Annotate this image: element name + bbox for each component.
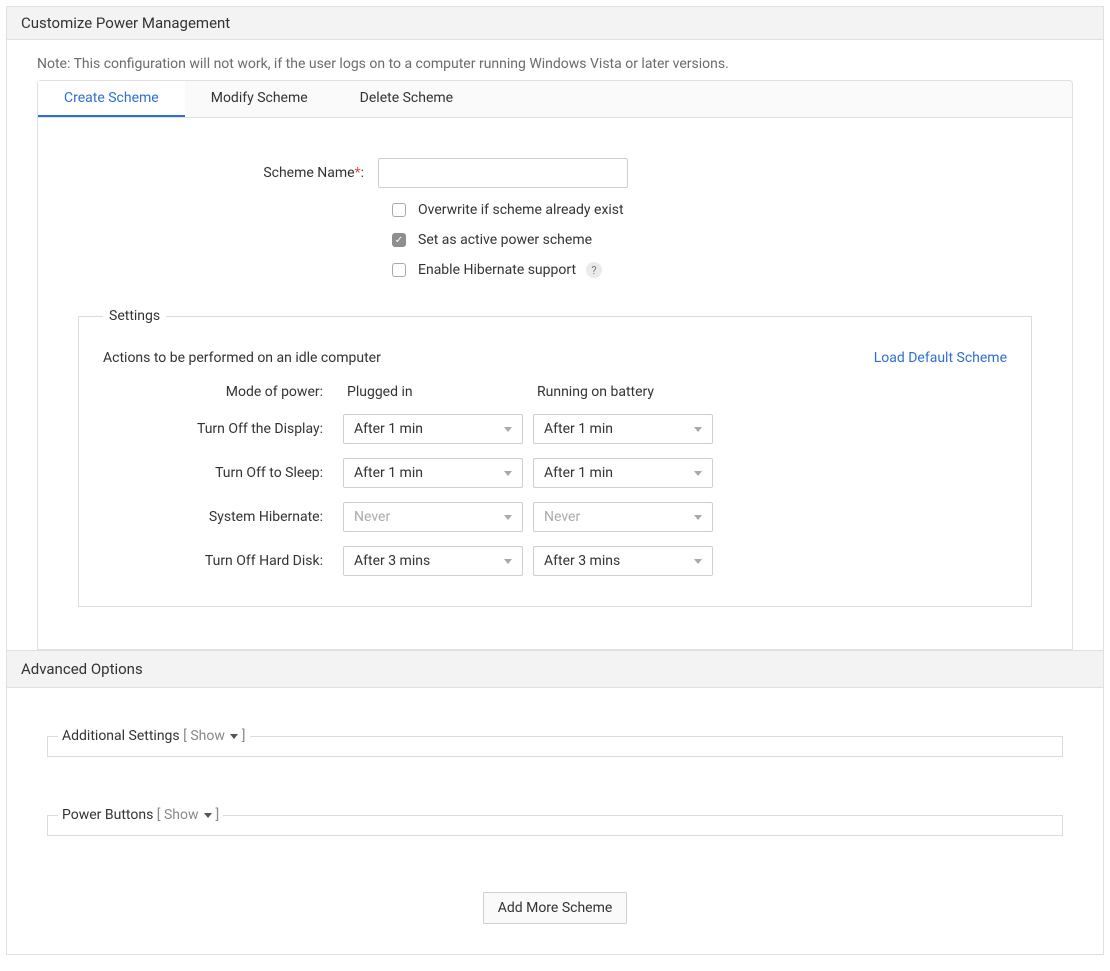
create-scheme-body: Scheme Name*: Overwrite if scheme alread… [37,118,1073,650]
hibernate-plugged-select: Never [343,502,523,532]
col-plugged-in: Plugged in [343,384,523,400]
chevron-down-icon [694,515,702,520]
mode-of-power-label: Mode of power: [103,384,333,400]
settings-fieldset: Settings Actions to be performed on an i… [78,308,1032,607]
row-label-display: Turn Off the Display: [103,421,333,437]
hibernate-label: Enable Hibernate support [418,262,576,278]
row-label-sleep: Turn Off to Sleep: [103,465,333,481]
additional-settings-legend: Additional Settings [ Show ] [58,728,250,744]
scheme-name-label: Scheme Name*: [78,165,378,181]
add-more-scheme-button[interactable]: Add More Scheme [483,892,628,924]
panel-title: Customize Power Management [7,7,1103,40]
load-default-link[interactable]: Load Default Scheme [874,350,1007,366]
display-plugged-select[interactable]: After 1 min [343,414,523,444]
settings-legend: Settings [103,308,166,324]
power-settings-grid: Mode of power: Plugged in Running on bat… [103,384,1007,576]
overwrite-checkbox[interactable] [392,203,406,217]
scheme-name-input[interactable] [378,158,628,188]
advanced-options-body: Additional Settings [ Show ] Power Butto… [7,688,1103,954]
tab-delete-scheme[interactable]: Delete Scheme [334,81,479,117]
chevron-down-icon [504,427,512,432]
hibernate-checkbox[interactable] [392,263,406,277]
harddisk-battery-select[interactable]: After 3 mins [533,546,713,576]
additional-settings-show-toggle[interactable]: [ Show ] [183,728,245,744]
tab-create-scheme[interactable]: Create Scheme [38,81,185,117]
power-management-panel: Customize Power Management Note: This co… [6,6,1104,955]
active-scheme-label: Set as active power scheme [418,232,592,248]
chevron-down-icon [504,471,512,476]
chevron-down-icon [694,427,702,432]
power-buttons-legend: Power Buttons [ Show ] [58,807,223,823]
power-buttons-show-toggle[interactable]: [ Show ] [157,807,219,823]
harddisk-plugged-select[interactable]: After 3 mins [343,546,523,576]
chevron-down-icon [504,515,512,520]
overwrite-label: Overwrite if scheme already exist [418,202,624,218]
row-label-hibernate: System Hibernate: [103,509,333,525]
col-running-on-battery: Running on battery [533,384,713,400]
active-scheme-checkbox[interactable]: ✓ [392,233,406,247]
help-icon[interactable]: ? [586,262,602,278]
chevron-down-icon [230,734,238,739]
scheme-tabs: Create Scheme Modify Scheme Delete Schem… [37,80,1073,118]
tab-modify-scheme[interactable]: Modify Scheme [185,81,334,117]
advanced-options-header: Advanced Options [7,650,1103,688]
additional-settings-fieldset: Additional Settings [ Show ] [47,728,1063,757]
chevron-down-icon [204,813,212,818]
chevron-down-icon [694,559,702,564]
chevron-down-icon [504,559,512,564]
hibernate-battery-select: Never [533,502,713,532]
sleep-battery-select[interactable]: After 1 min [533,458,713,488]
power-buttons-fieldset: Power Buttons [ Show ] [47,807,1063,836]
chevron-down-icon [694,471,702,476]
row-label-harddisk: Turn Off Hard Disk: [103,553,333,569]
display-battery-select[interactable]: After 1 min [533,414,713,444]
config-note: Note: This configuration will not work, … [7,40,1103,80]
sleep-plugged-select[interactable]: After 1 min [343,458,523,488]
idle-actions-text: Actions to be performed on an idle compu… [103,350,381,366]
